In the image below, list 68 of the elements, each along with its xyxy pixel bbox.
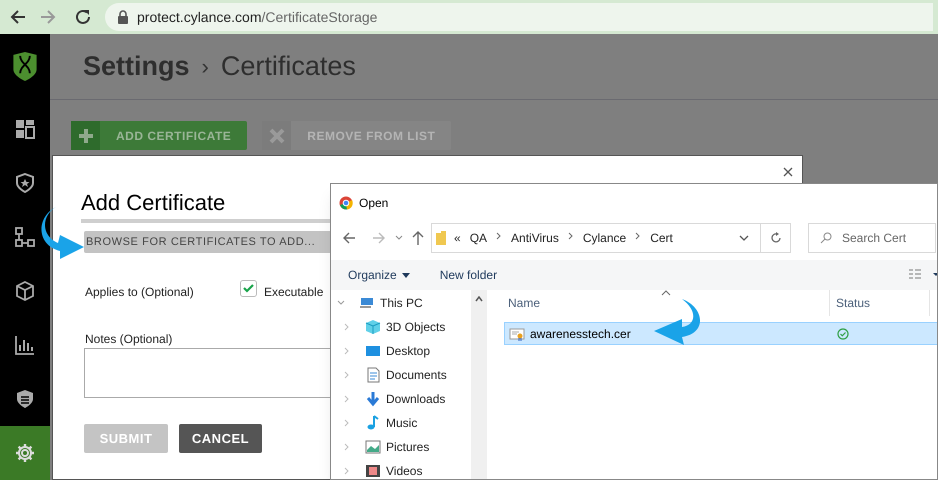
refresh-button[interactable] [761,223,791,253]
cube-icon [365,319,381,335]
up-icon[interactable] [411,230,425,246]
dialog-title: Add Certificate [81,189,226,217]
download-icon [365,391,381,407]
file-name: awarenesstech.cer [530,326,631,342]
film-icon [365,463,381,479]
network-icon [15,227,35,247]
tree-item[interactable]: 3D Objects [386,318,446,336]
checkbox-label: Executable [264,284,324,301]
computer-icon [359,295,375,311]
shield-star-icon [15,173,35,193]
scroll-up-icon[interactable] [475,296,483,302]
refresh-icon [770,232,782,244]
tree-item[interactable]: Music [386,414,418,432]
column-header[interactable]: Status [830,290,930,316]
path-segment[interactable]: Cert [650,229,673,247]
settings-icon [15,443,35,463]
cube-icon [15,281,35,301]
breadcrumb-separator: › [202,53,209,81]
tree-item[interactable]: Downloads [386,390,446,408]
back-icon[interactable] [341,230,357,246]
certificate-icon [509,326,525,340]
music-note-icon [365,415,381,431]
reload-icon[interactable] [73,7,93,27]
field-label: Notes (Optional) [85,331,172,348]
path-segment[interactable]: Cylance [582,229,626,247]
tree-item[interactable]: Pictures [386,438,430,456]
shield-logo-icon [12,52,38,81]
document-icon [365,367,381,383]
check-icon [243,284,254,293]
page-title: Certificates [220,50,356,84]
close-icon[interactable] [783,167,793,177]
tree-item[interactable]: Documents [386,366,447,384]
image-icon [365,439,381,455]
chrome-icon [339,196,353,210]
plus-icon [78,128,94,144]
sort-caret-icon[interactable] [661,290,671,296]
path-segment[interactable]: QA [470,229,488,247]
folder-icon [436,231,446,245]
cancel-button[interactable]: CANCEL [179,424,262,453]
view-options-icon[interactable] [909,269,937,281]
new-folder-button[interactable]: New folder [440,266,498,284]
caret-icon [402,272,410,278]
search-icon [820,232,832,244]
close-icon [268,128,285,144]
tree-item[interactable]: Videos [386,462,422,479]
dashboard-icon [15,119,35,139]
path-segment[interactable]: AntiVirus [511,229,559,247]
collapse-icon[interactable] [337,299,345,307]
shield-list-icon [15,389,35,409]
tree-item[interactable]: Desktop [386,342,430,360]
address-bar[interactable]: protect.cylance.com/CertificateStorage [105,3,933,31]
check-circle-icon [836,328,849,340]
organize-button[interactable]: Organize [348,266,410,284]
checkbox[interactable] [240,280,257,297]
url-text: protect.cylance.com/CertificateStorage [137,8,378,27]
file-row[interactable]: awarenesstech.cer [504,322,937,345]
field-label: Applies to (Optional) [85,284,194,301]
sidebar-item[interactable] [0,426,50,480]
monitor-icon [365,343,381,359]
path-segment[interactable]: « [454,229,461,247]
search-field[interactable]: Search Cert [808,223,936,253]
window-title: Open [359,195,388,212]
lock-icon [117,10,129,24]
tree-item[interactable]: This PC [380,294,423,312]
bar-chart-icon [15,335,35,355]
address-field[interactable]: « QA AntiVirus Cylance Cert [431,223,761,253]
